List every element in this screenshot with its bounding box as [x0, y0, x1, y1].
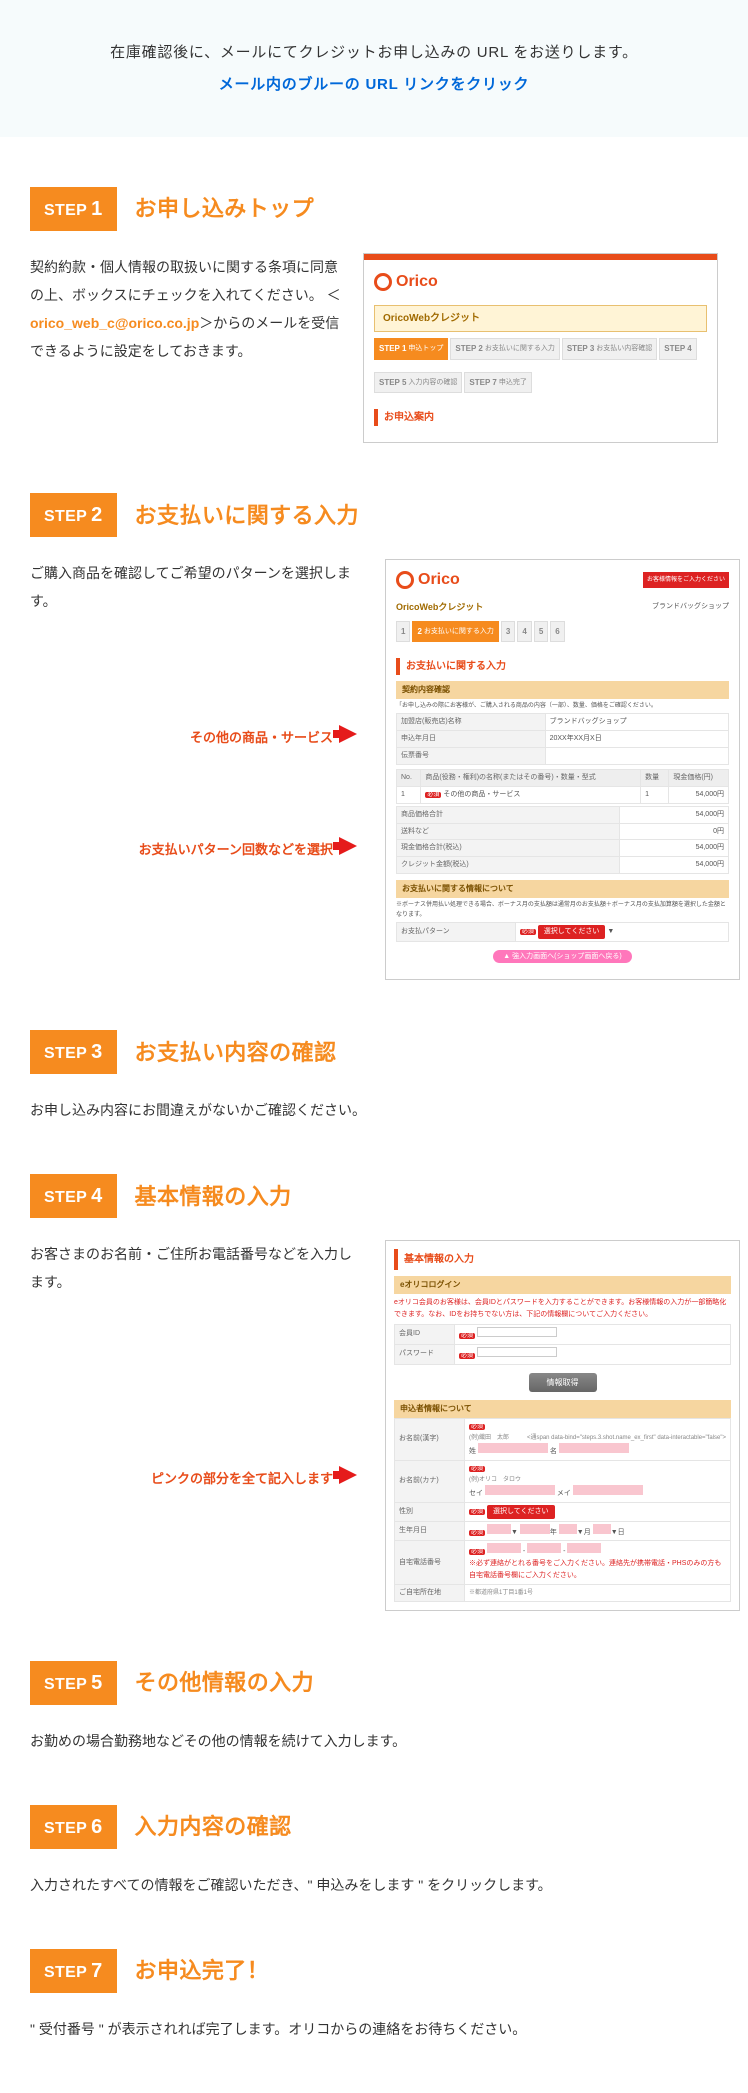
step-2: STEP 2 お支払いに関する入力 ご購入商品を確認してご希望のパターンを選択し… [0, 493, 748, 1030]
orico-step-pills: STEP 1申込トップ STEP 2お支払いに関する入力 STEP 3お支払い内… [364, 332, 717, 366]
step-badge: STEP 6 [30, 1805, 117, 1849]
orico-logo: Orico [396, 566, 460, 593]
step-title: 基本情報の入力 [135, 1178, 292, 1215]
arrow-right-icon [339, 725, 357, 743]
step-badge: STEP 1 [30, 187, 117, 231]
step-badge: STEP 3 [30, 1030, 117, 1074]
fetch-info-button[interactable]: 情報取得 [529, 1373, 597, 1393]
arrow-right-icon [339, 1466, 357, 1484]
callout-label: ピンクの部分を全て記入します [30, 1468, 339, 1490]
callout-label: その他の商品・サービス [30, 727, 339, 749]
callout-2: お支払いパターン回数などを選択 [30, 837, 365, 863]
step-text: お申し込み内容にお間違えがないかご確認ください。 [30, 1096, 718, 1124]
arrow-right-icon [339, 837, 357, 855]
step-header: STEP 1 お申し込みトップ [30, 187, 718, 231]
orico-section: お申込案内 [374, 409, 707, 426]
step-text: " 受付番号 " が表示されれば完了します。オリコからの連絡をお待ちください。 [30, 2015, 718, 2043]
screenshot-step4: 基本情報の入力 eオリコログイン eオリコ会員のお客様は、会員IDとパスワードを… [385, 1240, 740, 1611]
screenshot-step2: Orico お客様情報をご入力ください OricoWebクレジット ブランドバッ… [385, 559, 740, 980]
screenshot-step1: Orico OricoWebクレジット STEP 1申込トップ STEP 2お支… [363, 253, 718, 443]
intro-box: 在庫確認後に、メールにてクレジットお申し込みの URL をお送りします。 メール… [0, 0, 748, 137]
step-badge: STEP 5 [30, 1661, 117, 1705]
step-badge: STEP 2 [30, 493, 117, 537]
step-7: STEP 7 お申込完了！ " 受付番号 " が表示されれば完了します。オリコか… [0, 1949, 748, 2093]
step-title: お申込完了！ [135, 1952, 270, 1989]
email-address: orico_web_c@orico.co.jp [30, 315, 199, 331]
step-6: STEP 6 入力内容の確認 入力されたすべての情報をご確認いただき、" 申込み… [0, 1805, 748, 1949]
step-badge: STEP 4 [30, 1174, 117, 1218]
step-text: お客さまのお名前・ご住所お電話番号などを入力します。 [30, 1240, 365, 1296]
step-3: STEP 3 お支払い内容の確認 お申し込み内容にお間違えがないかご確認ください… [0, 1030, 748, 1174]
callout-1: その他の商品・サービス [30, 725, 365, 751]
intro-line1: 在庫確認後に、メールにてクレジットお申し込みの URL をお送りします。 [20, 40, 728, 66]
badge-num: 1 [91, 192, 102, 226]
step-text: お勤めの場合勤務地などその他の情報を続けて入力します。 [30, 1727, 718, 1755]
step-1: STEP 1 お申し込みトップ 契約約款・個人情報の取扱いに関する条項に同意の上… [0, 187, 748, 493]
badge-prefix: STEP [44, 197, 87, 224]
text-before: 契約約款・個人情報の取扱いに関する条項に同意の上、ボックスにチェックを入れてくだ… [30, 259, 341, 303]
step-text: ご購入商品を確認してご希望のパターンを選択します。 [30, 559, 365, 615]
callout-pink: ピンクの部分を全て記入します [30, 1466, 365, 1492]
step-title: お申し込みトップ [135, 190, 315, 227]
intro-line2: メール内のブルーの URL リンクをクリック [20, 72, 728, 98]
step-badge: STEP 7 [30, 1949, 117, 1993]
step-text: 契約約款・個人情報の取扱いに関する条項に同意の上、ボックスにチェックを入れてくだ… [30, 253, 343, 365]
step-title: お支払い内容の確認 [135, 1034, 337, 1071]
step-text: 入力されたすべての情報をご確認いただき、" 申込みをします " をクリックします… [30, 1871, 718, 1899]
callout-label: お支払いパターン回数などを選択 [30, 839, 339, 861]
step-title: お支払いに関する入力 [135, 497, 359, 534]
step-4: STEP 4 基本情報の入力 お客さまのお名前・ご住所お電話番号などを入力します… [0, 1174, 748, 1661]
orico-subheader: OricoWebクレジット [374, 305, 707, 332]
step-title: 入力内容の確認 [135, 1808, 292, 1845]
step-5: STEP 5 その他情報の入力 お勤めの場合勤務地などその他の情報を続けて入力し… [0, 1661, 748, 1805]
step-title: その他情報の入力 [135, 1664, 315, 1701]
orico-logo: Orico [374, 268, 707, 295]
